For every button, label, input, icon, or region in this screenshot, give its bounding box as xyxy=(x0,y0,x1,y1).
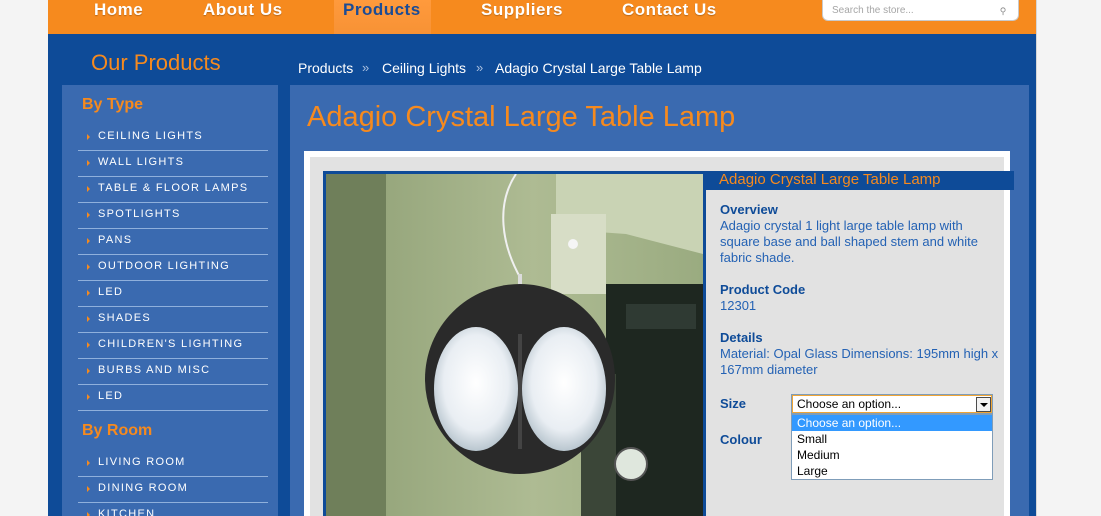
nav-home[interactable]: Home xyxy=(94,0,164,34)
sidebar-item-label: CEILING LIGHTS xyxy=(98,130,203,142)
sidebar-item-label: OUTDOOR LIGHTING xyxy=(98,260,231,272)
product-panel-title: Adagio Crystal Large Table Lamp xyxy=(706,171,1014,190)
breadcrumb-ceiling-lights[interactable]: Ceiling Lights xyxy=(382,60,466,76)
sidebar-item-led-2[interactable]: LED xyxy=(78,385,268,411)
size-label: Size xyxy=(720,396,747,411)
size-option-large[interactable]: Large xyxy=(792,463,992,479)
size-select[interactable]: Choose an option... xyxy=(791,394,993,414)
arrow-right-icon xyxy=(87,186,90,192)
sidebar-item-label: DINING ROOM xyxy=(98,482,189,494)
nav-about-us[interactable]: About Us xyxy=(203,0,299,34)
sidebar-item-label: CHILDREN'S LIGHTING xyxy=(98,338,244,350)
details-text: Material: Opal Glass Dimensions: 195mm h… xyxy=(720,346,999,377)
product-image[interactable] xyxy=(323,171,706,516)
product-code-value: 12301 xyxy=(720,298,757,313)
nav-products-label: Products xyxy=(343,0,421,19)
product-panel-title-text: Adagio Crystal Large Table Lamp xyxy=(719,171,941,188)
page-margin-right xyxy=(1036,0,1101,516)
arrow-right-icon xyxy=(87,394,90,400)
sidebar-item-shades[interactable]: SHADES xyxy=(78,307,268,333)
arrow-right-icon xyxy=(87,316,90,322)
sidebar-item-label: WALL LIGHTS xyxy=(98,156,185,168)
sidebar-item-living-room[interactable]: LIVING ROOM xyxy=(78,451,268,477)
lamp-photo xyxy=(326,174,703,516)
chevron-down-icon[interactable] xyxy=(976,397,991,412)
sidebar-item-label: PANS xyxy=(98,234,133,246)
arrow-right-icon xyxy=(87,134,90,140)
search-box: ⚲ xyxy=(822,0,1019,21)
sidebar-item-outdoor-lighting[interactable]: OUTDOOR LIGHTING xyxy=(78,255,268,281)
sidebar-item-label: BURBS AND MISC xyxy=(98,364,211,376)
nav-suppliers[interactable]: Suppliers xyxy=(481,0,577,34)
sidebar-item-label: SHADES xyxy=(98,312,152,324)
sidebar-item-label: KITCHEN xyxy=(98,508,156,516)
sidebar-item-ceiling-lights[interactable]: CEILING LIGHTS xyxy=(78,125,268,151)
sidebar-item-spotlights[interactable]: SPOTLIGHTS xyxy=(78,203,268,229)
breadcrumb-separator: » xyxy=(476,60,484,75)
nav-contact-us[interactable]: Contact Us xyxy=(622,0,732,34)
frame-line xyxy=(1036,0,1037,516)
page-margin-left xyxy=(0,0,48,516)
sidebar-item-table-floor-lamps[interactable]: TABLE & FLOOR LAMPS xyxy=(78,177,268,203)
sidebar-item-label: LED xyxy=(98,286,124,298)
breadcrumb-separator: » xyxy=(362,60,370,75)
arrow-right-icon xyxy=(87,460,90,466)
search-input[interactable] xyxy=(823,1,988,20)
arrow-right-icon xyxy=(87,238,90,244)
arrow-right-icon xyxy=(87,160,90,166)
search-icon[interactable]: ⚲ xyxy=(996,4,1010,18)
size-select-value: Choose an option... xyxy=(797,397,902,411)
sidebar-item-pans[interactable]: PANS xyxy=(78,229,268,255)
sidebar-item-label: SPOTLIGHTS xyxy=(98,208,181,220)
nav-home-label: Home xyxy=(94,0,144,19)
breadcrumb-products[interactable]: Products xyxy=(298,60,353,76)
nav-about-us-label: About Us xyxy=(203,0,283,19)
overview-text: Adagio crystal 1 light large table lamp … xyxy=(720,218,979,265)
sidebar-item-kitchen[interactable]: KITCHEN xyxy=(78,503,268,516)
sidebar-item-led[interactable]: LED xyxy=(78,281,268,307)
arrow-right-icon xyxy=(87,512,90,516)
sidebar-item-wall-lights[interactable]: WALL LIGHTS xyxy=(78,151,268,177)
nav-suppliers-label: Suppliers xyxy=(481,0,563,19)
sidebar-item-label: TABLE & FLOOR LAMPS xyxy=(98,182,249,194)
overview-label: Overview xyxy=(720,202,778,217)
arrow-right-icon xyxy=(87,290,90,296)
size-option-small[interactable]: Small xyxy=(792,431,992,447)
sidebar-item-label: LIVING ROOM xyxy=(98,456,186,468)
nav-products[interactable]: Products xyxy=(334,0,431,34)
arrow-right-icon xyxy=(87,342,90,348)
colour-label: Colour xyxy=(720,432,762,447)
nav-contact-us-label: Contact Us xyxy=(622,0,717,19)
arrow-right-icon xyxy=(87,486,90,492)
page-title: Adagio Crystal Large Table Lamp xyxy=(307,101,736,133)
sidebar-item-burbs-and-misc[interactable]: BURBS AND MISC xyxy=(78,359,268,385)
size-option-choose[interactable]: Choose an option... xyxy=(792,415,992,431)
sidebar-heading-by-room: By Room xyxy=(82,422,153,439)
arrow-right-icon xyxy=(87,212,90,218)
sidebar-heading-by-type: By Type xyxy=(82,96,144,113)
sidebar-item-label: LED xyxy=(98,390,124,402)
details-label: Details xyxy=(720,330,763,345)
product-code-label: Product Code xyxy=(720,282,806,297)
sidebar-item-dining-room[interactable]: DINING ROOM xyxy=(78,477,268,503)
section-title: Our Products xyxy=(91,50,221,75)
sidebar-item-childrens-lighting[interactable]: CHILDREN'S LIGHTING xyxy=(78,333,268,359)
breadcrumb-current: Adagio Crystal Large Table Lamp xyxy=(495,60,702,76)
arrow-right-icon xyxy=(87,368,90,374)
size-option-medium[interactable]: Medium xyxy=(792,447,992,463)
size-dropdown-list: Choose an option... Small Medium Large xyxy=(791,414,993,480)
arrow-right-icon xyxy=(87,264,90,270)
